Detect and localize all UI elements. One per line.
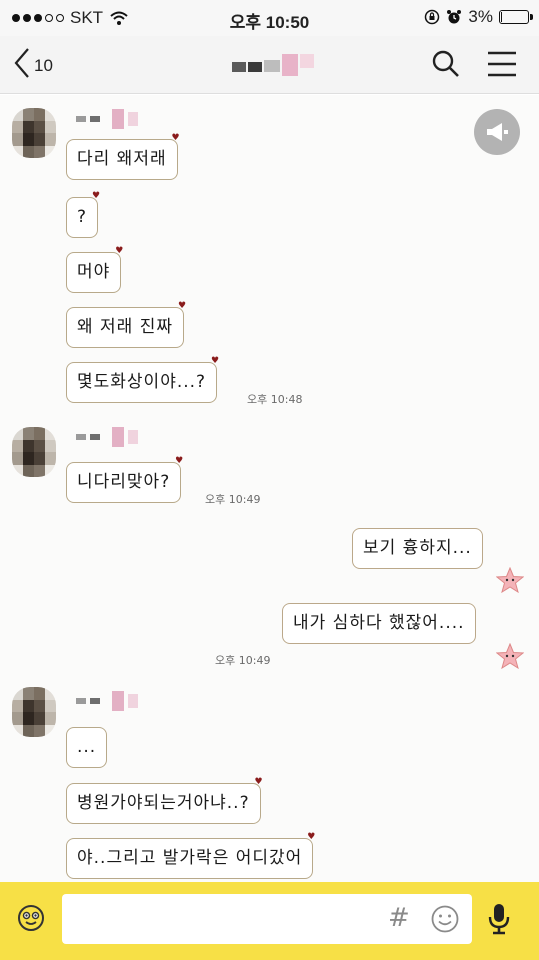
heart-icon: ♥ bbox=[211, 356, 221, 366]
hashtag-button[interactable]: # bbox=[388, 903, 410, 933]
status-right: 3% bbox=[424, 7, 533, 27]
unread-count: 10 bbox=[34, 56, 53, 75]
my-message-bubble[interactable]: 보기 흉하지... bbox=[352, 528, 483, 569]
heart-icon: ♥ bbox=[177, 301, 188, 311]
heart-icon: ♥ bbox=[91, 191, 102, 201]
sender-name bbox=[76, 109, 138, 129]
message-text: 내가 심하다 했잖어.... bbox=[293, 613, 465, 633]
heart-icon: ♥ bbox=[115, 246, 125, 256]
heart-icon: ♥ bbox=[307, 832, 317, 842]
battery-icon bbox=[499, 10, 533, 24]
voice-button[interactable] bbox=[488, 902, 510, 940]
message-text: 니다리맞아? bbox=[77, 472, 171, 492]
message-text: 야..그리고 발가락은 어디갔어 bbox=[77, 848, 303, 868]
avatar[interactable] bbox=[12, 687, 56, 737]
message-bubble[interactable]: 병원가야되는거아냐..? ♥ bbox=[66, 778, 263, 824]
alarm-icon bbox=[447, 10, 462, 24]
my-message-bubble[interactable]: 내가 심하다 했잖어.... bbox=[282, 603, 476, 644]
star-sticker-icon bbox=[496, 643, 524, 669]
megaphone-icon bbox=[487, 123, 508, 141]
message-text: 보기 흉하지... bbox=[363, 538, 472, 558]
message-bubble[interactable]: 몇도화상이야...? ♥ bbox=[66, 357, 219, 403]
message-bubble[interactable]: 머야 ♥ bbox=[66, 247, 123, 293]
message-bubble[interactable]: 니다리맞아? ♥ bbox=[66, 457, 183, 503]
rotation-lock-icon bbox=[425, 9, 440, 25]
message-bubble[interactable]: 야..그리고 발가락은 어디갔어 ♥ bbox=[66, 833, 315, 879]
message-bubble[interactable]: ... bbox=[66, 727, 108, 768]
chat-header: 10 bbox=[0, 36, 539, 94]
message-text: ? bbox=[77, 207, 88, 227]
message-time: 오후 10:49 bbox=[215, 654, 271, 667]
message-time: 오후 10:48 bbox=[247, 393, 303, 406]
chat-title bbox=[232, 54, 314, 76]
heart-icon: ♥ bbox=[254, 777, 264, 787]
message-text: 왜 저래 진짜 bbox=[77, 317, 174, 337]
search-button[interactable] bbox=[431, 49, 461, 83]
avatar[interactable] bbox=[12, 427, 56, 477]
message-text: 병원가야되는거아냐..? bbox=[77, 793, 250, 813]
avatar[interactable] bbox=[12, 108, 56, 158]
message-text: 몇도화상이야...? bbox=[77, 372, 207, 392]
star-sticker-icon bbox=[496, 567, 524, 593]
heart-icon: ♥ bbox=[175, 456, 185, 466]
back-chevron-icon bbox=[14, 48, 29, 78]
battery-percent: 3% bbox=[468, 7, 493, 26]
sender-name bbox=[76, 427, 138, 447]
emoticon-icon bbox=[18, 905, 44, 931]
smile-icon[interactable] bbox=[430, 904, 460, 934]
message-input[interactable] bbox=[74, 904, 374, 934]
message-bubble[interactable]: 다리 왜저래 ♥ bbox=[66, 134, 180, 180]
search-icon bbox=[432, 50, 459, 77]
heart-icon: ♥ bbox=[171, 133, 181, 143]
message-field[interactable]: # bbox=[62, 894, 472, 944]
status-bar: SKT 오후 10:50 3% bbox=[0, 0, 539, 36]
emoticon-button[interactable] bbox=[16, 903, 46, 937]
message-time: 오후 10:49 bbox=[205, 493, 261, 506]
sender-name bbox=[76, 691, 138, 711]
back-button[interactable]: 10 bbox=[12, 46, 53, 80]
message-bubble[interactable]: 왜 저래 진짜 ♥ bbox=[66, 302, 186, 348]
chat-area[interactable]: 다리 왜저래 ♥ ? ♥ 머야 ♥ 왜 저래 진짜 ♥ 몇도화상이야...? ♥ 오후 1… bbox=[0, 95, 539, 882]
menu-button[interactable] bbox=[487, 50, 517, 82]
notice-button[interactable] bbox=[474, 109, 520, 155]
message-bubble[interactable]: ? ♥ bbox=[66, 192, 100, 238]
message-text: 머야 bbox=[77, 262, 111, 282]
message-text: ... bbox=[77, 737, 97, 757]
menu-icon bbox=[488, 51, 516, 77]
microphone-icon bbox=[488, 904, 510, 935]
message-text: 다리 왜저래 bbox=[77, 149, 167, 169]
message-input-bar: # bbox=[0, 882, 539, 960]
